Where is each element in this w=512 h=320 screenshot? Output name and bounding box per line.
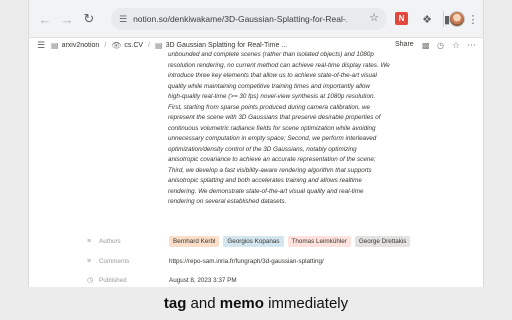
forward-arrow-icon[interactable]: → (55, 7, 79, 31)
abstract-line: anisotropic covariance to achieve an acc… (168, 156, 376, 163)
abstract-line: unnecessary computation in empty space; … (168, 135, 377, 142)
favorite-star-icon[interactable]: ☆ (452, 40, 460, 51)
author-tag[interactable]: George Drettakis (354, 235, 411, 247)
page-content: unbounded and complete scenes (rather th… (168, 50, 418, 208)
extension-badge-text: N (398, 14, 405, 23)
abstract-line: anisotropic splatting and both accelerat… (168, 177, 362, 184)
comment-icon[interactable]: ▩ (422, 41, 430, 50)
abstract-line: Third, we develop a fast visibility-awar… (168, 166, 372, 174)
abstract-line: represent the scene with 3D Gaussians th… (168, 114, 381, 121)
caption: tag and memo immediately (0, 287, 512, 320)
abstract-line: continuous volumetric radiance fields fo… (168, 124, 376, 132)
breadcrumb-item-cscv[interactable]: cs.CV (124, 42, 143, 49)
author-tag[interactable]: Georgios Kopanas (223, 235, 284, 247)
browser-window: ← → ↻ ☰ notion.so/denkiwakame/3D-Gaussia… (28, 0, 484, 287)
breadcrumb-separator: / (104, 42, 107, 49)
notion-extension-icon[interactable]: N (395, 12, 408, 25)
breadcrumb-item-page[interactable]: 3D Gaussian Splatting for Real-Time ... (166, 42, 288, 49)
property-row-comments: ≡ Comments https://repo-sam.inria.fr/fun… (29, 254, 483, 268)
address-bar[interactable]: ☰ notion.so/denkiwakame/3D-Gaussian-Spla… (111, 8, 387, 30)
abstract-line: introduce three key elements that allow … (168, 72, 377, 79)
authors-label: Authors (99, 237, 121, 245)
eye-icon: 👁 (111, 41, 122, 50)
abstract-line: high-quality real-time (>= 30 fps) novel… (168, 93, 376, 100)
property-label-comments[interactable]: ≡ Comments (87, 258, 129, 265)
reload-icon[interactable]: ↻ (77, 7, 101, 31)
abstract-line: resolution rendering, no current method … (168, 61, 390, 69)
star-icon[interactable]: ☆ (369, 11, 379, 24)
abstract-line: rendering on several established dataset… (168, 198, 287, 205)
caption-bold-memo: memo (219, 295, 264, 312)
back-arrow-icon[interactable]: ← (33, 7, 57, 31)
breadcrumb: ▤ arxiv2notion / 👁 cs.CV / ▤ 3D Gaussian… (51, 41, 287, 50)
abstract-block[interactable]: unbounded and complete scenes (rather th… (168, 50, 418, 208)
abstract-line: optimization/density control of the 3D G… (168, 145, 357, 153)
doc-icon: ▤ (155, 41, 163, 50)
property-label-authors[interactable]: ≡ Authors (87, 238, 121, 245)
text-icon: ≡ (87, 257, 92, 265)
property-row-authors: ≡ Authors Bernhard Kerbl Georgios Kopana… (29, 234, 483, 248)
hamburger-menu-icon[interactable]: ☰ (37, 40, 45, 51)
comments-value[interactable]: https://repo-sam.inria.fr/fungraph/3d-ga… (169, 258, 324, 265)
property-label-published[interactable]: ◷ Published (87, 276, 127, 285)
abstract-line: quality while maintaining competitive tr… (168, 82, 370, 90)
profile-avatar[interactable] (449, 11, 465, 27)
list-icon: ≡ (87, 237, 92, 245)
kebab-menu-icon[interactable]: ⋮ (465, 7, 481, 31)
toolbar-divider (443, 11, 444, 27)
breadcrumb-separator: / (148, 42, 151, 49)
caption-text: and (186, 295, 220, 312)
clock-icon[interactable]: ◷ (437, 41, 444, 50)
browser-toolbar: ← → ↻ ☰ notion.so/denkiwakame/3D-Gaussia… (29, 0, 483, 38)
author-tag[interactable]: Thomas Leimkühler (287, 235, 351, 247)
property-row-published: ◷ Published August 8, 2023 3:37 PM (29, 273, 483, 287)
share-button[interactable]: Share (395, 41, 414, 48)
breadcrumb-item-arxiv2notion[interactable]: arxiv2notion (62, 42, 100, 49)
page-icon: ▤ (51, 41, 59, 50)
authors-tags[interactable]: Bernhard Kerbl Georgios Kopanas Thomas L… (169, 235, 411, 247)
abstract-line: First, starting from sparse points produ… (168, 103, 370, 111)
caption-bold-tag: tag (163, 295, 187, 312)
author-tag[interactable]: Bernhard Kerbl (169, 235, 220, 247)
abstract-line: rendering. We demonstrate state-of-the-a… (168, 187, 364, 195)
clock-icon: ◷ (87, 277, 94, 284)
published-value[interactable]: August 8, 2023 3:37 PM (169, 277, 237, 284)
comments-label: Comments (99, 257, 130, 265)
tune-icon[interactable]: ☰ (119, 14, 127, 25)
published-label: Published (99, 276, 127, 284)
caption-text: immediately (263, 295, 349, 312)
url-text: notion.so/denkiwakame/3D-Gaussian-Splatt… (133, 14, 348, 24)
more-options-icon[interactable]: ⋯ (467, 40, 476, 51)
abstract-line: unbounded and complete scenes (rather th… (168, 51, 374, 58)
